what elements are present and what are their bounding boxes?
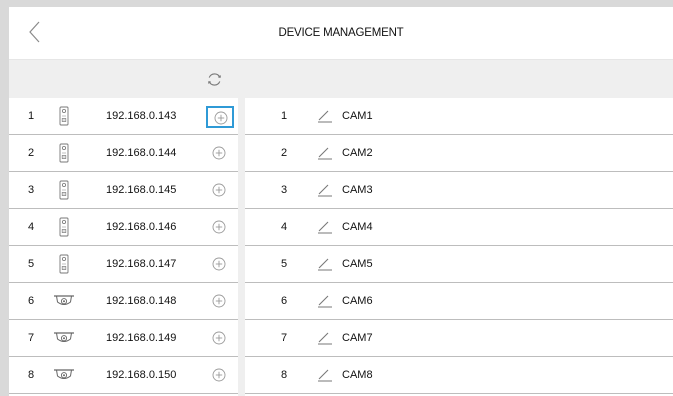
device-row: 7 192.168.0.149 [9,320,238,357]
camera-name: CAM5 [342,258,373,270]
device-index: 2 [28,147,35,159]
dome-camera-icon [53,291,75,311]
edit-camera-button[interactable] [317,220,333,234]
add-device-button[interactable] [206,143,234,165]
dome-camera-icon [53,365,75,385]
device-row: 4 192.168.0.146 [9,209,238,246]
device-index: 6 [28,295,35,307]
device-index: 7 [28,332,35,344]
refresh-icon [208,73,221,86]
pencil-icon [317,369,333,386]
device-index: 4 [28,221,35,233]
camera-row: 4 CAM4 [245,209,673,246]
device-row: 6 192.168.0.148 [9,283,238,320]
device-ip: 192.168.0.146 [106,221,177,233]
device-index: 1 [28,110,35,122]
device-ip: 192.168.0.145 [106,184,177,196]
page-title: DEVICE MANAGEMENT [278,27,404,39]
device-row: 8 192.168.0.150 [9,357,238,394]
list-divider [238,98,245,396]
outdoor-station-icon [53,217,75,237]
add-device-button[interactable] [206,365,234,387]
camera-index: 6 [281,295,288,307]
camera-row: 8 CAM8 [245,357,673,394]
edit-camera-button[interactable] [317,368,333,382]
outdoor-station-icon [53,143,75,163]
header-bar: DEVICE MANAGEMENT [9,7,673,60]
outdoor-station-icon [53,254,75,274]
edit-camera-button[interactable] [317,294,333,308]
edit-camera-button[interactable] [317,331,333,345]
edit-camera-button[interactable] [317,146,333,160]
device-ip: 192.168.0.147 [106,258,177,270]
add-device-button[interactable] [206,217,234,239]
pencil-icon [317,295,333,312]
camera-list: 1 CAM1 2 CAM2 3 CAM3 4 CAM4 5 CAM5 6 CAM6 7 CAM7 8 CAM8 [245,98,673,394]
camera-name: CAM8 [342,369,373,381]
camera-name: CAM6 [342,295,373,307]
camera-name: CAM2 [342,147,373,159]
add-device-button[interactable] [206,180,234,202]
device-row: 3 192.168.0.145 [9,172,238,209]
device-ip: 192.168.0.148 [106,295,177,307]
pencil-icon [317,258,333,275]
add-device-button[interactable] [206,328,234,350]
camera-index: 4 [281,221,288,233]
dome-camera-icon [53,328,75,348]
camera-index: 2 [281,147,288,159]
device-index: 3 [28,184,35,196]
device-row: 1 192.168.0.143 [9,98,238,135]
camera-name: CAM1 [342,110,373,122]
device-ip: 192.168.0.150 [106,369,177,381]
camera-row: 6 CAM6 [245,283,673,320]
camera-index: 8 [281,369,288,381]
camera-index: 7 [281,332,288,344]
camera-index: 3 [281,184,288,196]
add-device-button[interactable] [206,291,234,313]
outdoor-station-icon [53,180,75,200]
camera-row: 7 CAM7 [245,320,673,357]
camera-name: CAM3 [342,184,373,196]
edit-camera-button[interactable] [317,257,333,271]
camera-index: 1 [281,110,288,122]
device-index: 8 [28,369,35,381]
pencil-icon [317,332,333,349]
refresh-button[interactable] [206,71,223,88]
pencil-icon [317,184,333,201]
add-device-button[interactable] [206,254,234,276]
pencil-icon [317,147,333,164]
outdoor-station-icon [53,106,75,126]
edit-camera-button[interactable] [317,109,333,123]
edit-camera-button[interactable] [317,183,333,197]
pencil-icon [317,110,333,127]
camera-row: 1 CAM1 [245,98,673,135]
camera-row: 5 CAM5 [245,246,673,283]
device-ip: 192.168.0.143 [106,110,177,122]
device-ip: 192.168.0.149 [106,332,177,344]
device-index: 5 [28,258,35,270]
device-row: 2 192.168.0.144 [9,135,238,172]
discovered-device-list: 1 192.168.0.143 2 192.168.0.144 3 192.168.0.1… [9,98,238,394]
camera-name: CAM7 [342,332,373,344]
add-device-button[interactable] [206,106,234,128]
camera-row: 2 CAM2 [245,135,673,172]
toolbar [9,60,673,98]
pencil-icon [317,221,333,238]
camera-index: 5 [281,258,288,270]
camera-name: CAM4 [342,221,373,233]
device-ip: 192.168.0.144 [106,147,177,159]
camera-row: 3 CAM3 [245,172,673,209]
device-management-screen: DEVICE MANAGEMENT 1 192.168.0.143 2 192.168… [9,7,673,396]
device-row: 5 192.168.0.147 [9,246,238,283]
